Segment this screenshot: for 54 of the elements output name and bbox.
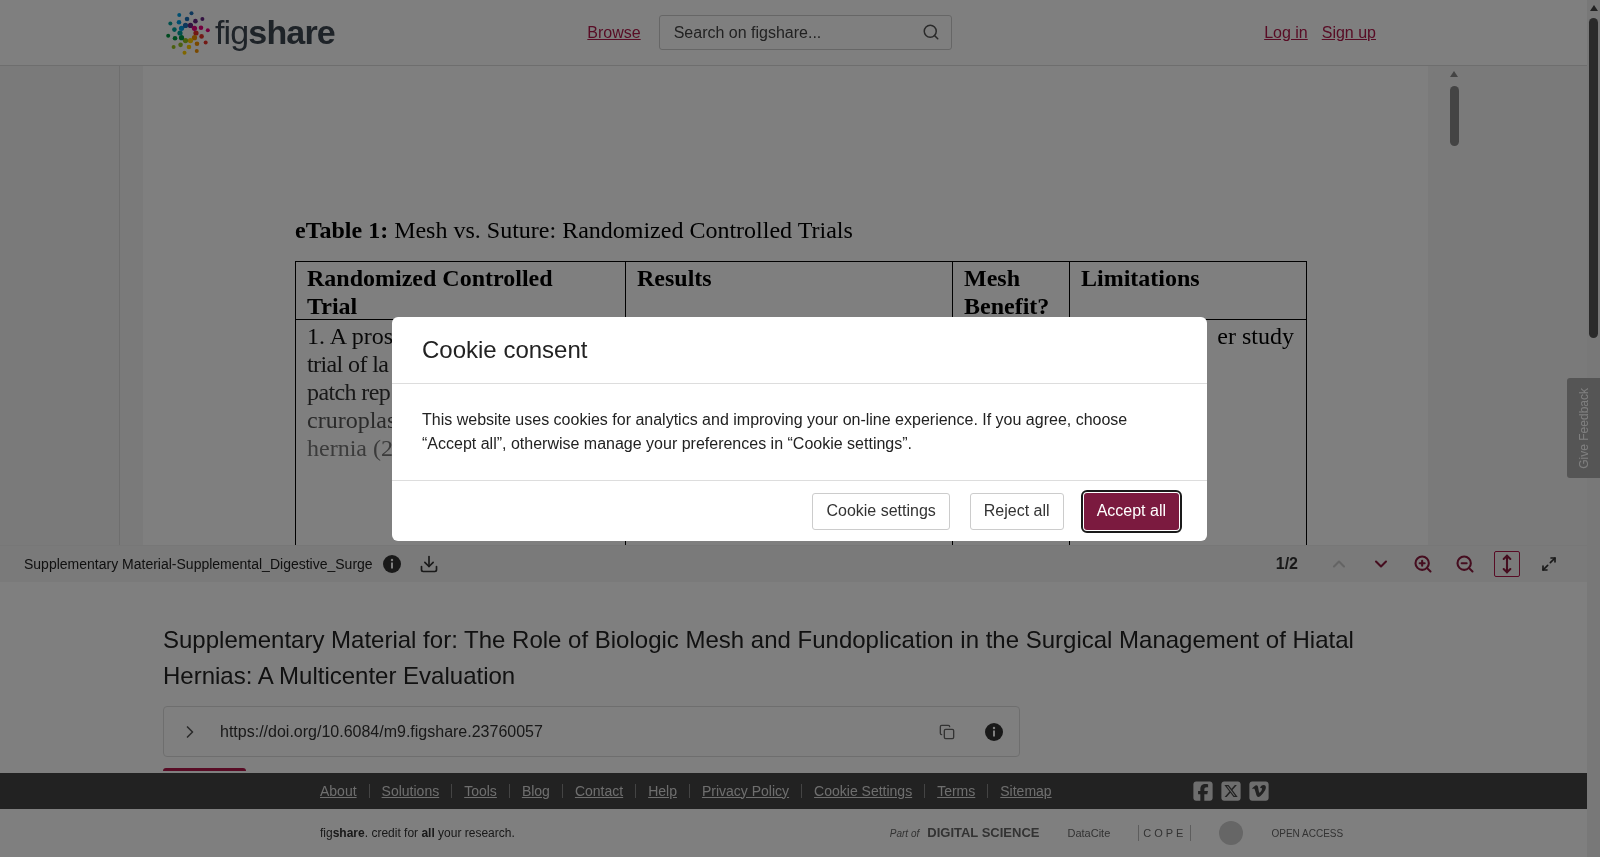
scroll-up-icon[interactable] — [1449, 70, 1459, 78]
info-icon[interactable] — [382, 555, 401, 573]
partner-logo[interactable]: DIGITAL SCIENCE — [927, 823, 1040, 843]
footer-link[interactable]: Blog — [521, 780, 550, 802]
fullscreen-icon[interactable] — [1541, 556, 1557, 572]
footer-tagline: figshare. credit for all your research. — [320, 825, 515, 842]
column-header: Limitations — [1081, 264, 1201, 292]
partner-logo[interactable]: COPE — [1138, 824, 1192, 842]
footer-link[interactable]: Solutions — [381, 780, 440, 802]
info-icon[interactable] — [985, 722, 1003, 741]
dialog-button[interactable]: Reject all — [969, 492, 1064, 530]
partner-logo[interactable]: OPEN ACCESS — [1271, 825, 1344, 841]
item-title: Supplementary Material for: The Role of Biologic Mesh and Fundoplication in the Surgical Management of Hiatal Hernias: A Multicenter Evaluation — [163, 625, 1355, 691]
partner-logo[interactable]: Part of — [889, 825, 920, 841]
table-cell-text: cruroplas — [307, 406, 397, 434]
logo-text[interactable]: figshare — [215, 7, 335, 58]
footer-link[interactable]: Sitemap — [1000, 780, 1052, 802]
auth-link[interactable]: Sign up — [1321, 20, 1376, 45]
table-cell-text: 1. A pros — [307, 322, 393, 350]
copy-icon[interactable] — [939, 723, 955, 740]
table-cell-text: er study — [1217, 322, 1294, 350]
browse-link[interactable]: Browse — [587, 20, 641, 45]
scrollbar-thumb[interactable] — [1589, 18, 1598, 338]
column-header: Randomized Controlled Trial — [307, 264, 554, 320]
page-counter: 1/2 — [1275, 554, 1298, 574]
footer-link[interactable]: Contact — [574, 780, 624, 802]
search-icon[interactable] — [921, 23, 940, 41]
file-name: Supplementary Material-Supplemental_Digestive_Surge — [24, 554, 373, 574]
scroll-up-icon[interactable] — [1588, 4, 1599, 12]
dialog-button[interactable]: Cookie settings — [812, 492, 950, 530]
search-field[interactable]: Search on figshare... — [658, 15, 952, 50]
partner-logo[interactable]: DataCite — [1067, 824, 1111, 842]
auth-link[interactable]: Log in — [1264, 20, 1308, 45]
dialog-title: Cookie consent — [422, 335, 588, 365]
doi-link[interactable]: https://doi.org/10.6084/m9.figshare.23760057 — [220, 719, 543, 744]
table-caption: eTable 1: Mesh vs. Suture: Randomized Controlled Trials — [295, 216, 854, 244]
dialog-message: This website uses cookies for analytics and improving your on-line experience. If you agree, choose “Accept all”, otherwise manage your preferences in “Cookie settings”. — [422, 410, 1129, 454]
table-cell-text: patch rep — [307, 378, 391, 406]
footer-link[interactable]: Cookie Settings — [814, 780, 913, 802]
table-cell-text: hernia (2 — [307, 434, 393, 462]
footer-link[interactable]: Tools — [464, 780, 497, 802]
column-header: Mesh Benefit? — [964, 264, 1051, 320]
accept-button[interactable]: Accept all — [1083, 492, 1179, 530]
scrollbar-thumb[interactable] — [1449, 86, 1459, 146]
download-icon[interactable] — [418, 554, 439, 574]
column-header: Results — [637, 264, 713, 292]
footer-link[interactable]: Privacy Policy — [701, 780, 790, 802]
x-icon[interactable] — [1219, 780, 1242, 802]
footer-link[interactable]: Help — [648, 780, 677, 802]
facebook-icon[interactable] — [1191, 780, 1214, 802]
footer-link[interactable]: Terms — [937, 780, 976, 802]
vimeo-icon[interactable] — [1247, 780, 1270, 802]
table-cell-text: trial of la — [307, 350, 389, 378]
footer-link[interactable]: About — [320, 780, 357, 802]
